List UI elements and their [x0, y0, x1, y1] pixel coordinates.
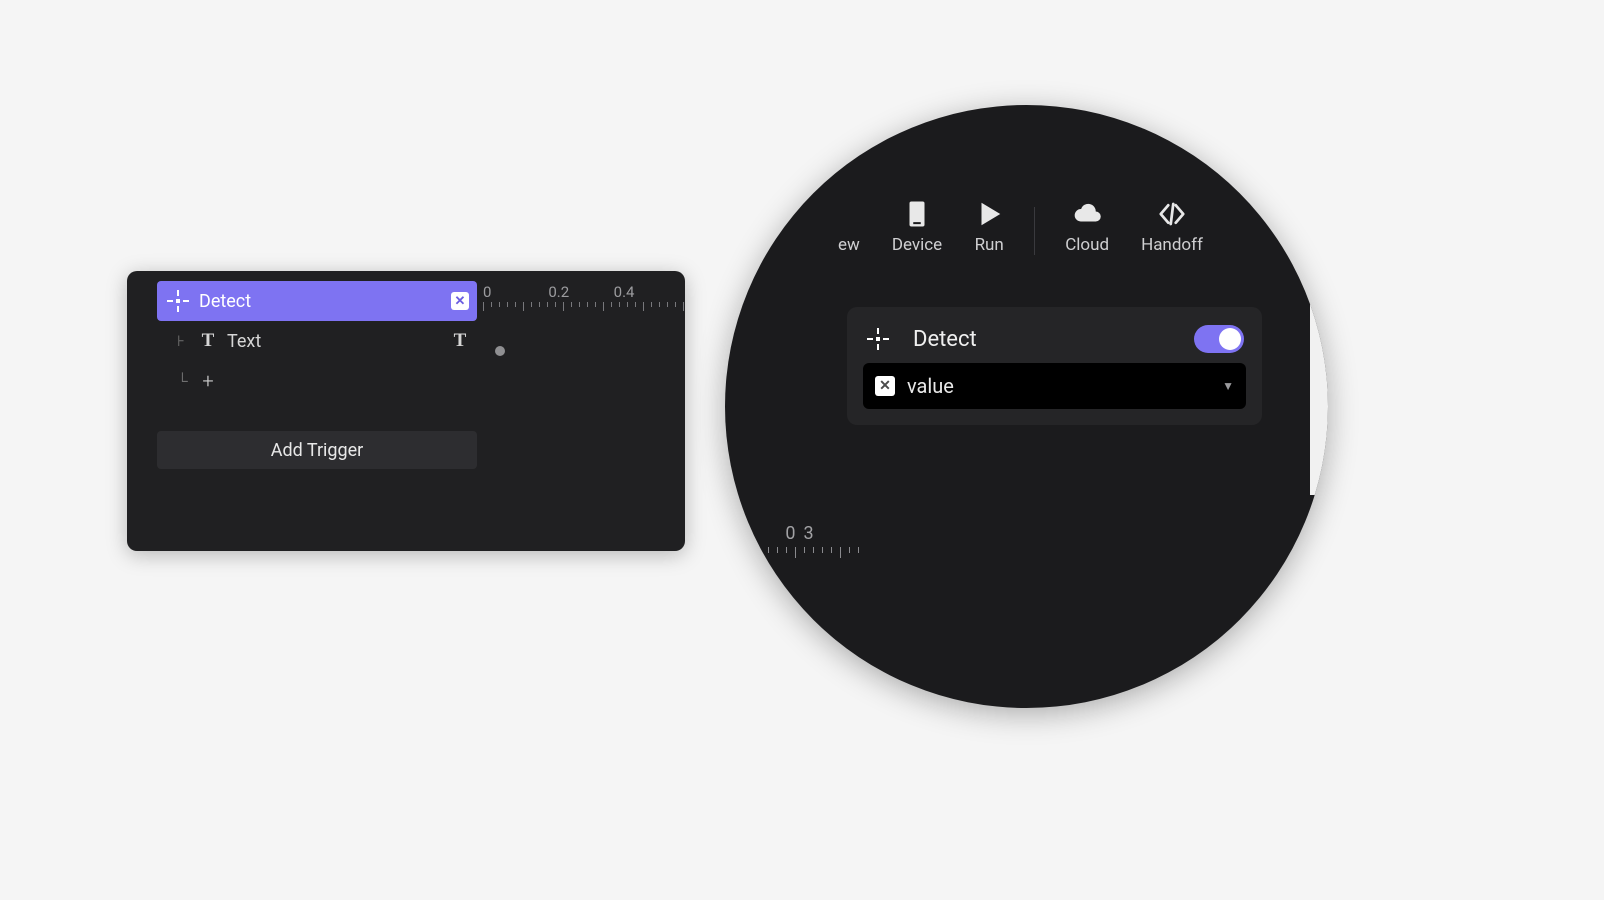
device-icon [902, 199, 932, 229]
chevron-down-icon [1222, 379, 1234, 393]
ruler-tick-label: 0.2 [548, 283, 613, 301]
cloud-icon [1072, 199, 1102, 229]
panel-edge [1310, 265, 1328, 495]
trigger-list: Detect ⊦ T Text T └ + [157, 281, 477, 401]
toolbar-label: Handoff [1141, 235, 1203, 255]
detect-enable-toggle[interactable] [1194, 325, 1244, 353]
trigger-label: Detect [199, 291, 251, 312]
card-title: Detect [913, 327, 977, 352]
variable-badge-icon[interactable] [451, 292, 469, 310]
ruler-tick-label: 0 [753, 523, 803, 544]
value-label: value [907, 374, 954, 398]
code-icon [1157, 199, 1187, 229]
mini-ruler: 0 3 [753, 523, 853, 559]
play-icon [974, 199, 1004, 229]
tree-guide-icon: └ [177, 372, 191, 390]
add-trigger-label: Add Trigger [271, 440, 364, 461]
detect-value-dropdown[interactable]: value [863, 363, 1246, 409]
toolbar-handoff-button[interactable]: Handoff [1125, 199, 1219, 255]
trigger-row-text[interactable]: ⊦ T Text T [157, 321, 477, 361]
toolbar-label: Cloud [1065, 235, 1109, 255]
keyframe-dot[interactable] [495, 346, 505, 356]
detail-closeup: ew Device Run Cloud Handoff Detect [725, 105, 1328, 708]
trigger-row-add[interactable]: └ + [157, 361, 477, 401]
tree-guide-icon: ⊦ [177, 332, 191, 350]
toolbar-label: Run [975, 235, 1004, 255]
trigger-label: Text [227, 331, 261, 352]
trigger-row-detect[interactable]: Detect [157, 281, 477, 321]
ruler-tick-label: 0 [483, 283, 548, 301]
ruler-tick-label: 3 [803, 523, 853, 544]
ruler-tick-label: 0.4 [614, 283, 679, 301]
toolbar-separator [1034, 207, 1035, 255]
timeline-ruler[interactable]: 0 0.2 0.4 [483, 283, 679, 315]
variable-badge-icon [875, 376, 895, 396]
add-trigger-button[interactable]: Add Trigger [157, 431, 477, 469]
detect-icon [867, 328, 889, 350]
toolbar-cloud-button[interactable]: Cloud [1049, 199, 1125, 255]
toolbar: ew Device Run Cloud Handoff [725, 199, 1328, 255]
plus-icon: + [199, 369, 217, 393]
toolbar-label: ew [838, 235, 860, 255]
toolbar-device-button[interactable]: Device [876, 199, 958, 255]
toolbar-run-button[interactable]: Run [958, 199, 1020, 255]
text-type-icon: T [199, 330, 217, 352]
toolbar-preview-button[interactable]: ew [834, 235, 876, 255]
detect-inspector-card: Detect value [847, 307, 1262, 425]
detect-icon [167, 290, 189, 312]
triggers-panel: Detect ⊦ T Text T └ + Add Trigger 0 0.2 … [127, 271, 685, 551]
toolbar-label: Device [892, 235, 942, 255]
text-indicator-icon: T [451, 330, 469, 352]
